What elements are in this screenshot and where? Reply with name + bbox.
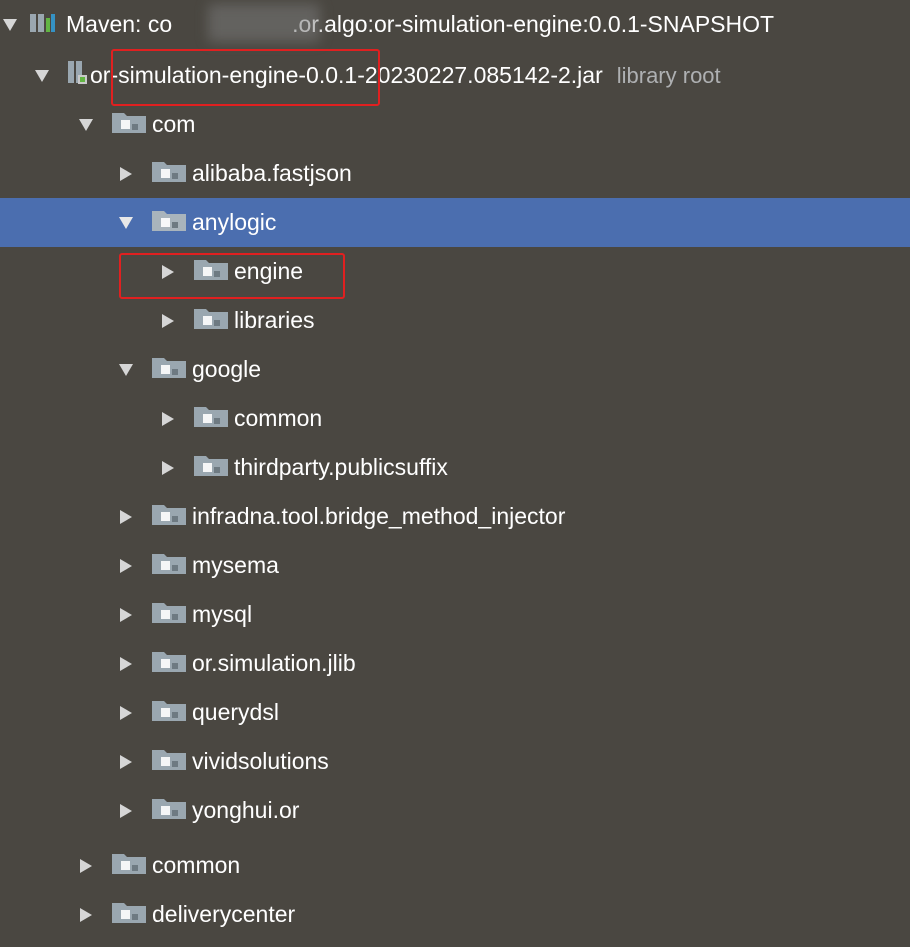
package-label: or.simulation.jlib (192, 650, 356, 676)
expand-arrow-icon[interactable] (116, 360, 136, 380)
package-folder-icon (152, 748, 186, 775)
package-folder-icon (152, 160, 186, 187)
package-label: mysema (192, 552, 279, 578)
package-folder-icon (152, 503, 186, 530)
tree-row-package[interactable]: or.simulation.jlib (0, 639, 910, 688)
tree-row-package[interactable]: mysema (0, 541, 910, 590)
package-label: alibaba.fastjson (192, 160, 352, 186)
package-label: com (152, 111, 196, 137)
package-folder-icon (194, 258, 228, 285)
package-label: engine (234, 258, 304, 284)
package-label: deliverycenter (152, 901, 296, 927)
package-label: infradna.tool.bridge_method_injector (192, 503, 566, 529)
package-label: google (192, 356, 262, 382)
jar-icon (66, 59, 88, 92)
package-folder-icon (112, 901, 146, 928)
package-label: thirdparty.publicsuffix (234, 454, 448, 480)
collapse-arrow-icon[interactable] (116, 507, 136, 527)
package-folder-icon (152, 209, 186, 236)
package-label: yonghui.or (192, 797, 300, 823)
collapse-arrow-icon[interactable] (158, 458, 178, 478)
collapse-arrow-icon[interactable] (158, 262, 178, 282)
project-tree: Maven: co .or.algo:or-simulation-engine:… (0, 0, 910, 947)
collapse-arrow-icon[interactable] (116, 654, 136, 674)
package-label: anylogic (192, 209, 277, 235)
package-folder-icon (152, 797, 186, 824)
expand-arrow-icon[interactable] (0, 15, 20, 35)
tree-row-jar[interactable]: or-simulation-engine-0.0.1-20230227.0851… (0, 51, 910, 100)
package-folder-icon (152, 552, 186, 579)
expand-arrow-icon[interactable] (32, 66, 52, 86)
maven-library-label-prefix: Maven: co (66, 11, 173, 37)
tree-row-package[interactable]: yonghui.or (0, 786, 910, 835)
tree-row-package[interactable]: infradna.tool.bridge_method_injector (0, 492, 910, 541)
tree-row-package[interactable]: deliverycenter (0, 890, 910, 939)
collapse-arrow-icon[interactable] (116, 605, 136, 625)
tree-row-package[interactable]: google (0, 345, 910, 394)
collapse-arrow-icon[interactable] (116, 752, 136, 772)
collapse-arrow-icon[interactable] (116, 164, 136, 184)
expand-arrow-icon[interactable] (116, 213, 136, 233)
tree-row-package-selected[interactable]: anylogic (0, 198, 910, 247)
collapse-arrow-icon[interactable] (158, 311, 178, 331)
package-folder-icon (152, 699, 186, 726)
package-folder-icon (112, 111, 146, 138)
package-label: querydsl (192, 699, 279, 725)
package-folder-icon (152, 650, 186, 677)
tree-row-package[interactable]: mysql (0, 590, 910, 639)
tree-row-package[interactable]: vividsolutions (0, 737, 910, 786)
package-label: vividsolutions (192, 748, 329, 774)
redaction-blur (208, 4, 320, 42)
collapse-arrow-icon[interactable] (76, 905, 96, 925)
tree-row-package[interactable]: engine (0, 247, 910, 296)
package-folder-icon (194, 405, 228, 432)
package-label: common (152, 852, 241, 878)
collapse-arrow-icon[interactable] (116, 703, 136, 723)
collapse-arrow-icon[interactable] (76, 856, 96, 876)
tree-row-package[interactable]: thirdparty.publicsuffix (0, 443, 910, 492)
tree-row-package[interactable]: common (0, 841, 910, 890)
library-root-hint: library root (616, 62, 721, 88)
package-folder-icon (152, 356, 186, 383)
collapse-arrow-icon[interactable] (116, 801, 136, 821)
tree-row-package[interactable]: querydsl (0, 688, 910, 737)
tree-row-maven-library[interactable]: Maven: co .or.algo:or-simulation-engine:… (0, 0, 910, 49)
package-label: mysql (192, 601, 253, 627)
package-label: libraries (234, 307, 315, 333)
maven-library-label-suffix: .or.algo:or-simulation-engine:0.0.1-SNAP… (292, 11, 775, 37)
package-folder-icon (194, 307, 228, 334)
package-folder-icon (194, 454, 228, 481)
expand-arrow-icon[interactable] (76, 115, 96, 135)
package-label: common (234, 405, 323, 431)
jar-label: or-simulation-engine-0.0.1-20230227.0851… (90, 62, 603, 88)
tree-row-package[interactable]: libraries (0, 296, 910, 345)
tree-row-package[interactable]: alibaba.fastjson (0, 149, 910, 198)
collapse-arrow-icon[interactable] (116, 556, 136, 576)
collapse-arrow-icon[interactable] (158, 409, 178, 429)
maven-library-icon (30, 10, 60, 39)
tree-row-package[interactable]: common (0, 394, 910, 443)
tree-row-package[interactable]: com (0, 100, 910, 149)
package-folder-icon (152, 601, 186, 628)
package-folder-icon (112, 852, 146, 879)
